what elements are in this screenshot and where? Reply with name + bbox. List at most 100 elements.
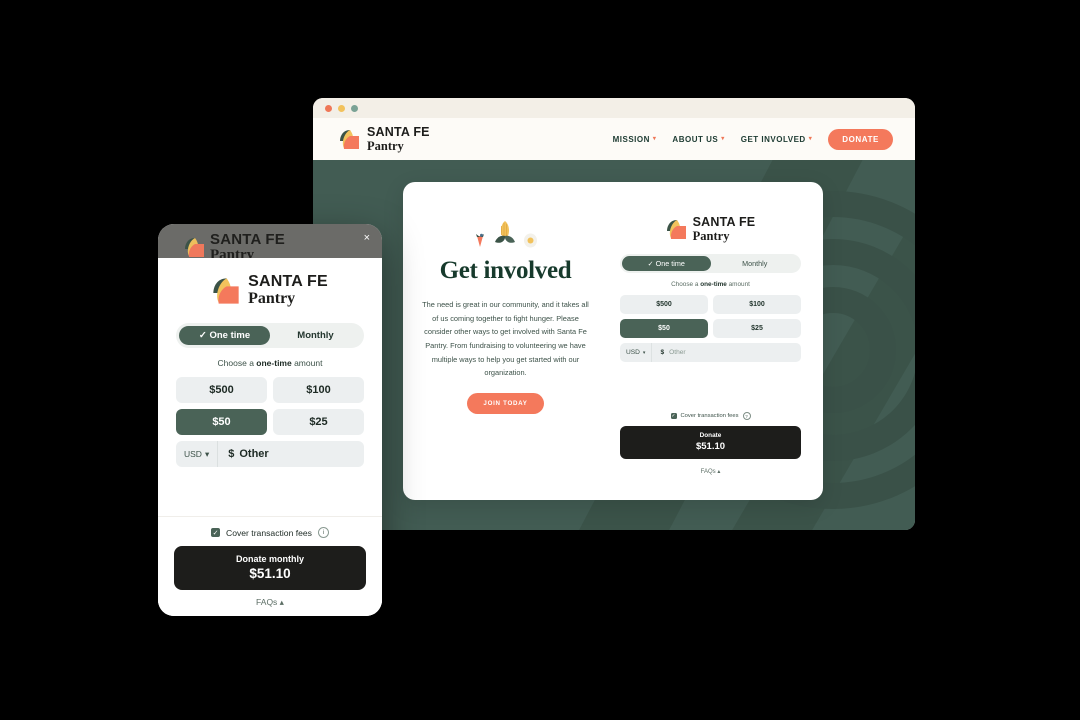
choose-amount-label: Choose a one-time amount [620, 281, 801, 288]
check-icon: ✓ [647, 259, 654, 268]
nav-links-group: MISSION ▾ ABOUT US ▾ GET INVOLVED ▾ DONA… [613, 128, 893, 150]
logo-line-2: Pantry [692, 228, 730, 243]
strawberry-icon [476, 233, 484, 247]
pantry-logo-icon [339, 129, 360, 150]
window-minimize-dot[interactable] [338, 104, 345, 112]
modal-choose-suffix: amount [291, 358, 323, 368]
donation-form-desktop: SANTA FE Pantry ✓ One time Monthly Choos… [608, 182, 823, 500]
modal-donate-submit-button[interactable]: Donate monthly $51.10 [174, 546, 366, 590]
browser-window: SANTA FE Pantry MISSION ▾ ABOUT US ▾ GET… [313, 98, 915, 530]
logo-line-2: Pantry [367, 138, 404, 153]
cover-fees-row: ✓ Cover transaction fees ? [620, 412, 801, 420]
modal-choose-amount-label: Choose a one-time amount [176, 358, 364, 368]
browser-chrome-bar [313, 98, 915, 118]
modal-frequency-toggle: ✓ One time Monthly [176, 323, 364, 348]
currency-selector[interactable]: USD ▾ [620, 343, 653, 362]
modal-currency-label: USD [184, 449, 202, 459]
frequency-toggle: ✓ One time Monthly [620, 254, 801, 273]
amount-grid: $500 $100 $50 $25 [620, 295, 801, 338]
modal-cover-fees-checkbox[interactable]: ✓ [211, 528, 220, 537]
modal-cover-fees-row: ✓ Cover transaction fees i [174, 527, 366, 538]
site-logo-text: SANTA FE Pantry [367, 126, 430, 152]
custom-amount-row: USD ▾ $ Other [620, 343, 801, 362]
chevron-down-icon: ▾ [204, 448, 210, 459]
screenshot-stage: SANTA FE Pantry MISSION ▾ ABOUT US ▾ GET… [0, 0, 1080, 720]
nav-item-about-us-label: ABOUT US [672, 134, 719, 144]
nav-item-get-involved-label: GET INVOLVED [740, 134, 806, 144]
check-icon: ✓ [198, 330, 207, 341]
donate-button-label: Donate [699, 432, 722, 439]
window-close-dot[interactable] [325, 104, 332, 112]
page-title: Get involved [439, 257, 572, 284]
modal-amount-option-100[interactable]: $100 [273, 377, 364, 403]
toggle-one-time[interactable]: ✓ One time [622, 256, 711, 271]
donate-submit-button[interactable]: Donate $51.10 [620, 426, 801, 459]
form-logo: SANTA FE Pantry [620, 216, 801, 242]
get-involved-card: Get involved The need is great in our co… [403, 182, 823, 500]
pantry-logo-icon [212, 277, 240, 305]
modal-amount-grid: $500 $100 $50 $25 [176, 377, 364, 435]
choose-prefix: Choose a [671, 281, 701, 288]
chevron-down-icon: ▾ [652, 136, 657, 142]
cover-fees-label: Cover transaction fees [680, 413, 739, 419]
nav-item-get-involved[interactable]: GET INVOLVED ▾ [741, 135, 812, 144]
info-icon[interactable]: i [317, 527, 329, 538]
faqs-toggle[interactable]: FAQs ▴ [620, 468, 801, 475]
modal-cover-fees-label: Cover transaction fees [226, 527, 312, 538]
nav-item-mission-label: MISSION [612, 134, 650, 144]
card-body-text: The need is great in our community, and … [422, 300, 589, 378]
toggle-monthly[interactable]: Monthly [711, 256, 800, 271]
modal-amount-option-25[interactable]: $25 [273, 409, 364, 435]
modal-donate-button-label: Donate monthly [235, 554, 304, 564]
modal-faqs-toggle[interactable]: FAQs ▴ [174, 597, 366, 608]
site-logo[interactable]: SANTA FE Pantry [339, 126, 430, 152]
logo-line-2: Pantry [248, 290, 296, 307]
modal-currency-selector[interactable]: USD ▾ [176, 441, 219, 467]
mobile-donation-modal: SANTA FE Pantry × SANTA FE Pantry ✓ One … [158, 224, 382, 616]
window-maximize-dot[interactable] [351, 104, 358, 112]
other-amount-input[interactable]: Other [669, 349, 686, 356]
dollar-sign-icon: $ [660, 349, 665, 356]
modal-amount-option-500[interactable]: $500 [176, 377, 267, 403]
modal-donate-button-amount: $51.10 [249, 566, 291, 581]
currency-label: USD [626, 349, 640, 356]
modal-footer: ✓ Cover transaction fees i Donate monthl… [158, 516, 382, 616]
cover-fees-checkbox[interactable]: ✓ [670, 413, 677, 419]
join-today-button[interactable]: JOIN TODAY [467, 393, 544, 415]
modal-other-amount-input[interactable]: Other [239, 448, 268, 460]
modal-choose-strong: one-time [256, 358, 292, 368]
card-left-column: Get involved The need is great in our co… [403, 182, 608, 500]
modal-logo-text: SANTA FE Pantry [248, 274, 328, 307]
chevron-down-icon: ▾ [642, 349, 646, 356]
site-navigation-bar: SANTA FE Pantry MISSION ▾ ABOUT US ▾ GET… [313, 118, 915, 160]
logo-line-1: SANTA FE [210, 231, 285, 248]
choose-suffix: amount [726, 281, 750, 288]
amount-option-25[interactable]: $25 [713, 319, 801, 338]
form-logo-text: SANTA FE Pantry [693, 216, 756, 242]
modal-toggle-one-time-label: One time [209, 330, 251, 341]
nav-item-mission[interactable]: MISSION ▾ [613, 135, 657, 144]
logo-line-1: SANTA FE [692, 215, 756, 229]
corn-icon [495, 221, 515, 243]
modal-toggle-one-time[interactable]: ✓ One time [179, 326, 270, 345]
chevron-down-icon: ▾ [721, 136, 725, 142]
toggle-one-time-label: One time [655, 259, 685, 268]
pantry-logo-icon [184, 237, 205, 258]
egg-icon [524, 233, 537, 248]
amount-option-100[interactable]: $100 [713, 295, 801, 314]
chevron-down-icon: ▾ [808, 136, 813, 142]
nav-donate-button[interactable]: DONATE [828, 128, 893, 150]
modal-choose-prefix: Choose a [217, 358, 257, 368]
modal-logo: SANTA FE Pantry [176, 274, 364, 307]
choose-strong: one-time [700, 281, 727, 288]
logo-line-1: SANTA FE [367, 125, 430, 139]
dollar-sign-icon: $ [228, 448, 235, 460]
modal-amount-option-50[interactable]: $50 [176, 409, 267, 435]
modal-toggle-monthly[interactable]: Monthly [270, 326, 361, 345]
nav-item-about-us[interactable]: ABOUT US ▾ [672, 135, 724, 144]
amount-option-50[interactable]: $50 [620, 319, 708, 338]
close-icon[interactable]: × [364, 233, 370, 244]
info-icon[interactable]: ? [742, 412, 751, 420]
decorative-food-icons [417, 218, 594, 248]
amount-option-500[interactable]: $500 [620, 295, 708, 314]
